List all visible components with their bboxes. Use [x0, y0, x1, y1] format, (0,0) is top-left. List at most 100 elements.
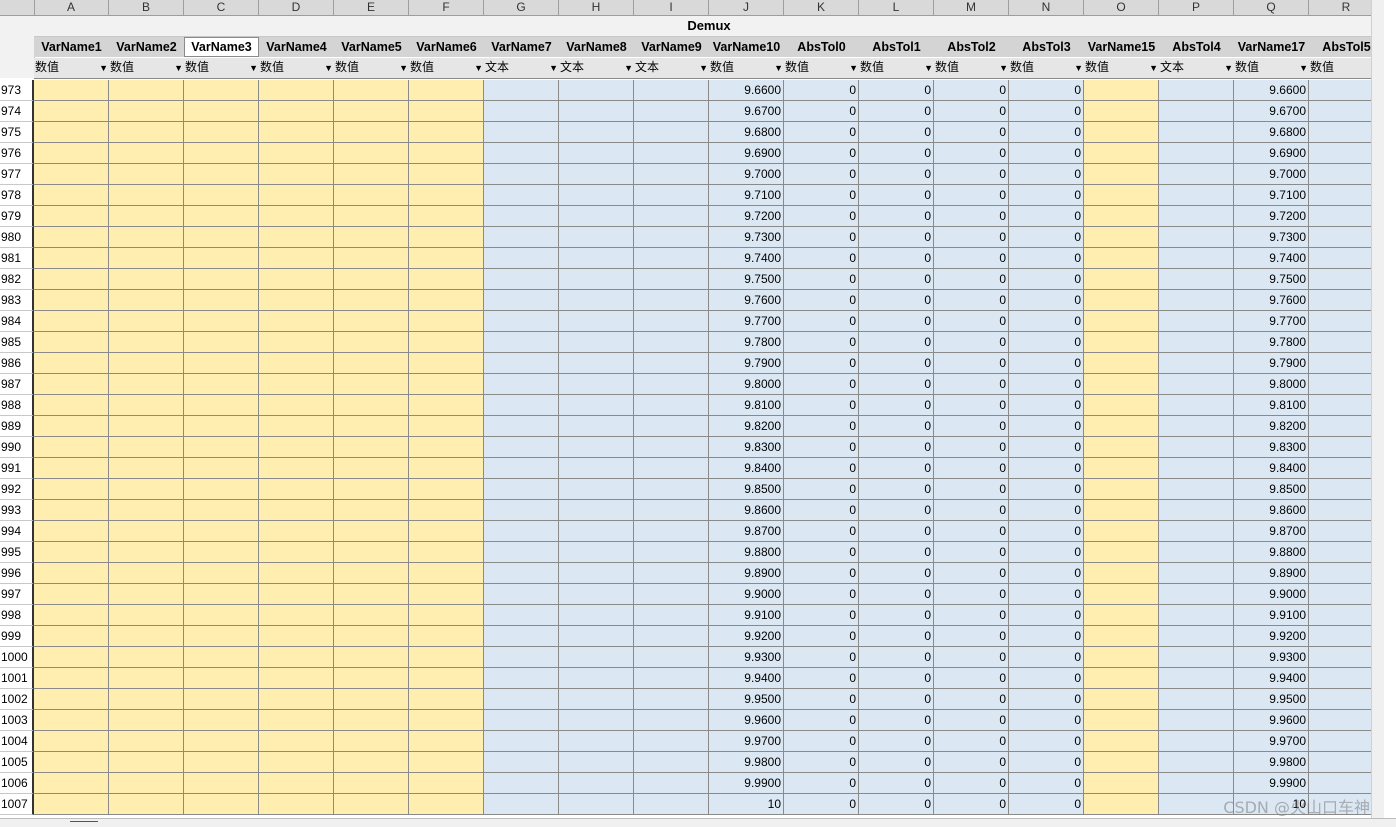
table-cell[interactable] [184, 311, 259, 332]
table-cell[interactable] [1084, 416, 1159, 437]
table-cell[interactable] [34, 458, 109, 479]
table-cell[interactable]: 0 [859, 80, 934, 101]
var-name-cell[interactable]: AbsTol1 [859, 37, 934, 57]
table-cell[interactable]: 9.9700 [709, 731, 784, 752]
table-cell[interactable] [334, 626, 409, 647]
table-cell[interactable]: 9.7400 [1234, 248, 1309, 269]
table-cell[interactable]: 0 [1009, 626, 1084, 647]
table-cell[interactable]: 0 [859, 248, 934, 269]
table-cell[interactable]: 0 [784, 206, 859, 227]
table-cell[interactable] [259, 668, 334, 689]
sheet-tab-marker[interactable] [70, 821, 98, 827]
table-cell[interactable] [109, 584, 184, 605]
table-cell[interactable] [484, 122, 559, 143]
table-cell[interactable] [1159, 710, 1234, 731]
table-cell[interactable] [559, 458, 634, 479]
table-cell[interactable] [1159, 290, 1234, 311]
table-cell[interactable]: 9.8800 [709, 542, 784, 563]
column-header-p[interactable]: P [1159, 0, 1234, 15]
table-cell[interactable]: 0 [784, 584, 859, 605]
table-cell[interactable] [259, 416, 334, 437]
table-cell[interactable]: 0 [934, 773, 1009, 794]
table-cell[interactable] [109, 164, 184, 185]
row-number[interactable]: 999 [0, 626, 34, 647]
table-cell[interactable] [109, 332, 184, 353]
table-cell[interactable] [334, 395, 409, 416]
table-cell[interactable] [634, 542, 709, 563]
table-cell[interactable] [109, 605, 184, 626]
table-cell[interactable] [184, 710, 259, 731]
table-cell[interactable] [259, 479, 334, 500]
table-cell[interactable] [634, 626, 709, 647]
table-cell[interactable]: 0 [859, 269, 934, 290]
table-cell[interactable] [1084, 101, 1159, 122]
column-header-n[interactable]: N [1009, 0, 1084, 15]
table-cell[interactable] [409, 290, 484, 311]
table-cell[interactable] [559, 206, 634, 227]
table-cell[interactable]: 0 [1009, 353, 1084, 374]
table-cell[interactable]: 9.6900 [709, 143, 784, 164]
table-cell[interactable]: 0 [784, 311, 859, 332]
var-type-select[interactable]: 数值 ▼ [259, 58, 334, 78]
table-cell[interactable] [109, 143, 184, 164]
table-cell[interactable]: 9.6600 [1234, 80, 1309, 101]
table-cell[interactable] [334, 227, 409, 248]
row-number[interactable]: 994 [0, 521, 34, 542]
table-cell[interactable] [484, 374, 559, 395]
table-cell[interactable]: 0 [784, 479, 859, 500]
row-number[interactable]: 982 [0, 269, 34, 290]
table-cell[interactable]: 0 [859, 458, 934, 479]
table-cell[interactable]: 0 [934, 479, 1009, 500]
table-cell[interactable]: 9.9200 [1234, 626, 1309, 647]
table-cell[interactable] [634, 80, 709, 101]
table-cell[interactable]: 0 [859, 773, 934, 794]
dropdown-arrow-icon[interactable]: ▼ [849, 58, 858, 78]
table-cell[interactable]: 0 [934, 563, 1009, 584]
var-type-select[interactable]: 文本 ▼ [634, 58, 709, 78]
var-type-select[interactable]: 文本 ▼ [1159, 58, 1234, 78]
table-cell[interactable] [1159, 479, 1234, 500]
table-cell[interactable]: 9.9700 [1234, 731, 1309, 752]
table-cell[interactable]: 0 [1009, 521, 1084, 542]
dropdown-arrow-icon[interactable]: ▼ [399, 58, 408, 78]
table-cell[interactable]: 0 [784, 353, 859, 374]
table-cell[interactable] [109, 101, 184, 122]
table-cell[interactable] [409, 122, 484, 143]
table-cell[interactable]: 9.8700 [709, 521, 784, 542]
table-cell[interactable]: 9.8600 [1234, 500, 1309, 521]
select-all-corner[interactable] [0, 0, 35, 15]
row-number[interactable]: 991 [0, 458, 34, 479]
table-cell[interactable] [259, 773, 334, 794]
table-cell[interactable] [1159, 164, 1234, 185]
table-cell[interactable] [409, 227, 484, 248]
table-cell[interactable] [34, 185, 109, 206]
table-cell[interactable] [334, 185, 409, 206]
table-cell[interactable] [484, 353, 559, 374]
table-cell[interactable] [484, 248, 559, 269]
table-cell[interactable]: 9.9400 [1234, 668, 1309, 689]
table-cell[interactable]: 0 [1009, 290, 1084, 311]
var-type-select[interactable]: 数值 ▼ [859, 58, 934, 78]
table-cell[interactable] [109, 521, 184, 542]
table-cell[interactable]: 9.9300 [709, 647, 784, 668]
row-number[interactable]: 1007 [0, 794, 34, 815]
table-cell[interactable] [634, 752, 709, 773]
table-cell[interactable] [1159, 80, 1234, 101]
table-cell[interactable] [184, 248, 259, 269]
table-cell[interactable]: 9.6900 [1234, 143, 1309, 164]
dropdown-arrow-icon[interactable]: ▼ [324, 58, 333, 78]
table-cell[interactable] [334, 794, 409, 815]
table-cell[interactable] [634, 521, 709, 542]
table-cell[interactable] [334, 416, 409, 437]
table-cell[interactable] [1084, 773, 1159, 794]
table-cell[interactable] [334, 710, 409, 731]
table-cell[interactable]: 9.7700 [709, 311, 784, 332]
table-cell[interactable]: 9.9800 [709, 752, 784, 773]
table-cell[interactable]: 0 [784, 290, 859, 311]
table-cell[interactable]: 9.9800 [1234, 752, 1309, 773]
table-cell[interactable] [34, 710, 109, 731]
table-cell[interactable] [1084, 668, 1159, 689]
dropdown-arrow-icon[interactable]: ▼ [1074, 58, 1083, 78]
table-cell[interactable]: 0 [934, 437, 1009, 458]
table-cell[interactable]: 9.8400 [709, 458, 784, 479]
